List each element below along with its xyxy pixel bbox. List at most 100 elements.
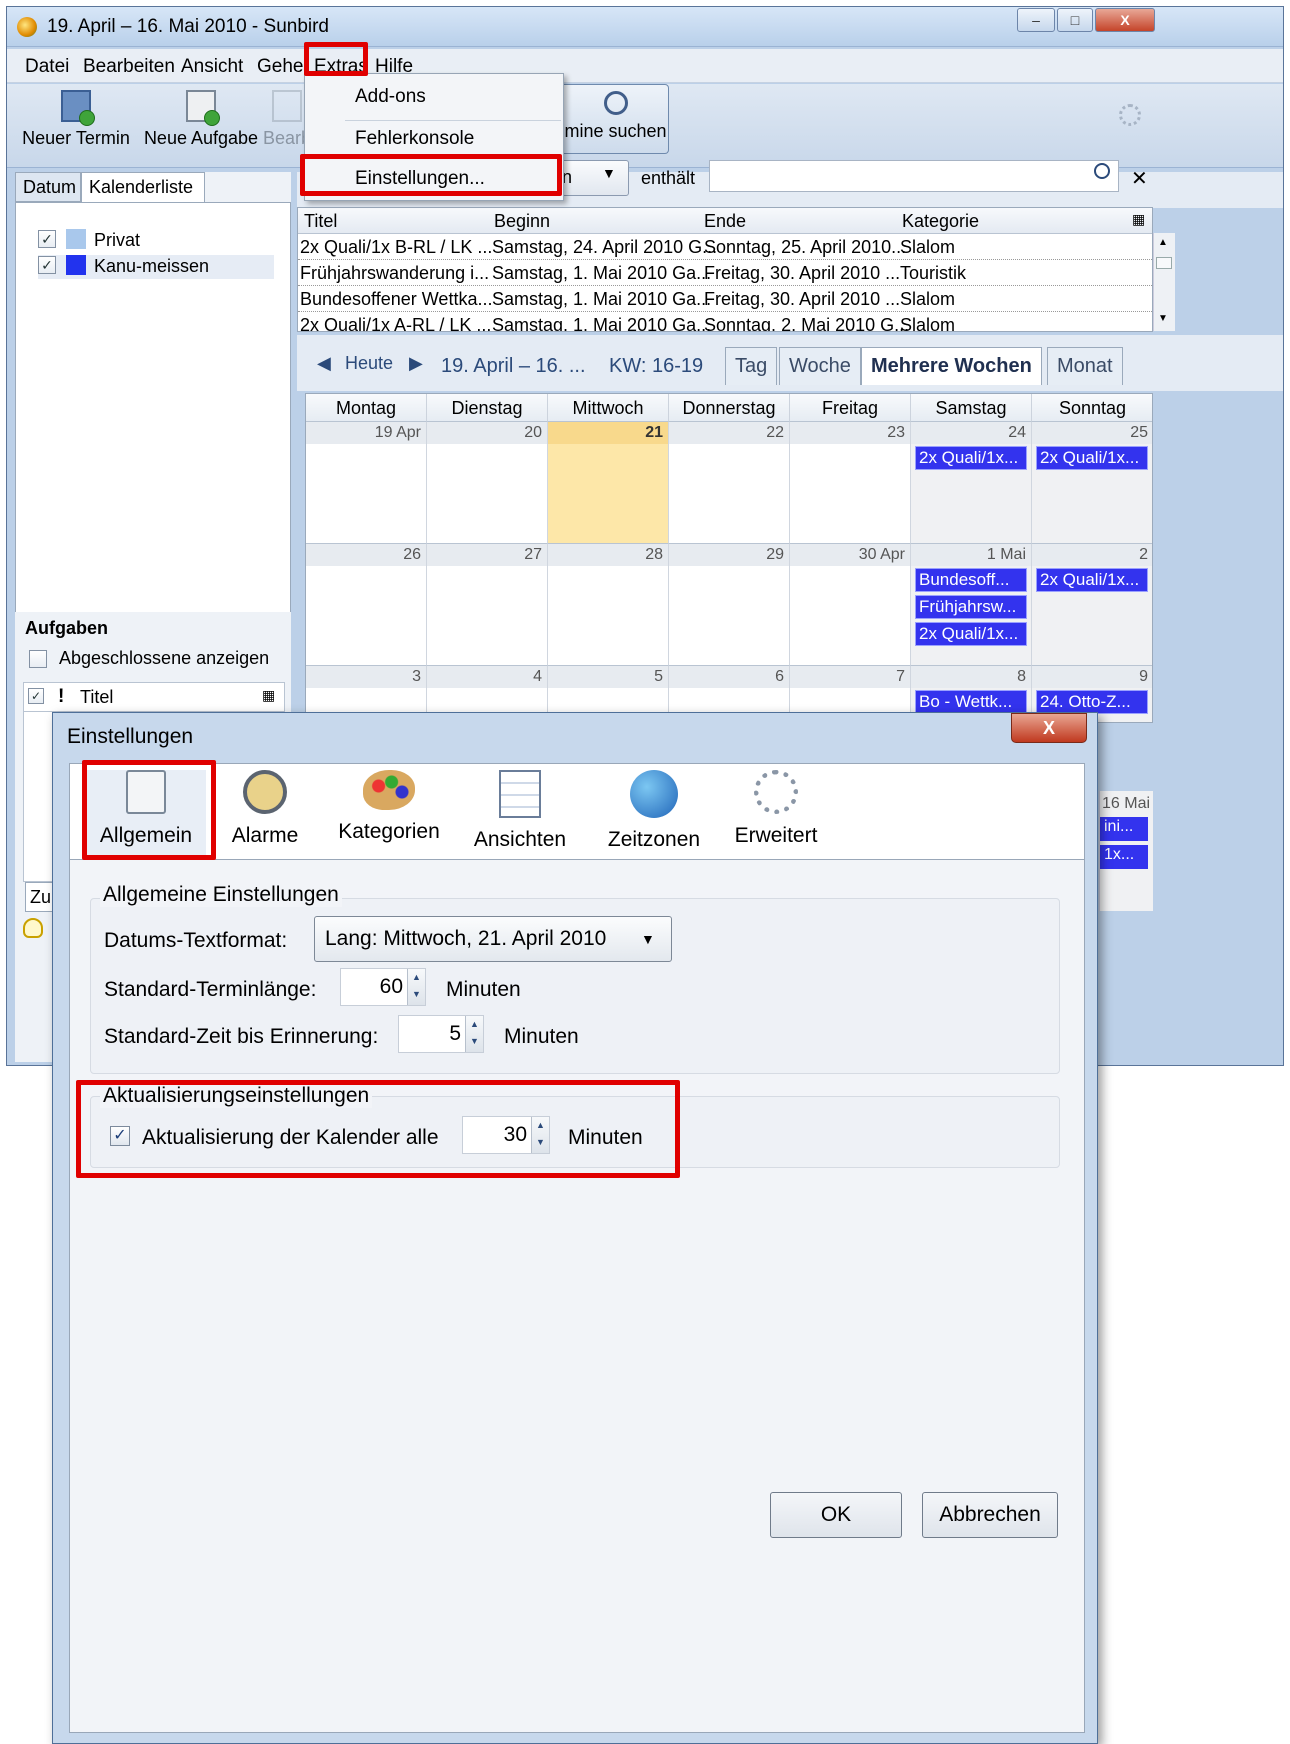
menu-item-einstellungen[interactable]: Einstellungen...	[355, 168, 485, 190]
day-number: 6	[775, 668, 784, 685]
dialog-close-button[interactable]: X	[1011, 713, 1087, 743]
maximize-button[interactable]: □	[1057, 8, 1093, 32]
scroll-down-icon[interactable]: ▼	[1158, 313, 1168, 324]
tab-kalenderliste[interactable]: Kalenderliste	[81, 172, 205, 202]
day-cell[interactable]: 22	[669, 422, 790, 544]
calendar-item-privat[interactable]: ✓ Privat	[38, 229, 274, 253]
column-begin[interactable]: Beginn	[494, 211, 550, 232]
auto-update-checkbox[interactable]: ✓	[110, 1126, 130, 1146]
day-cell[interactable]: 30 Apr	[790, 544, 911, 666]
ok-button[interactable]: OK	[770, 1492, 902, 1538]
pane-erweitert[interactable]: Erweitert	[726, 770, 826, 848]
new-event-button[interactable]: Neuer Termin	[21, 90, 131, 149]
calendar-event[interactable]: ini...	[1100, 817, 1148, 841]
menu-item-fehlerkonsole[interactable]: Fehlerkonsole	[355, 128, 474, 150]
show-completed-checkbox[interactable]	[29, 650, 47, 668]
calendar-checkbox[interactable]: ✓	[38, 230, 56, 248]
event-row[interactable]: Bundesoffener Wettka... Samstag, 1. Mai …	[298, 286, 1152, 312]
pane-ansichten[interactable]: Ansichten	[460, 770, 580, 852]
column-title[interactable]: Titel	[304, 211, 337, 232]
day-cell[interactable]: 23	[790, 422, 911, 544]
menu-gehe[interactable]: Gehe	[257, 56, 303, 78]
day-cell-today[interactable]: 21	[548, 422, 669, 544]
filter-select[interactable]: n ▼	[553, 160, 629, 196]
event-row[interactable]: Frühjahrswanderung i... Samstag, 1. Mai …	[298, 260, 1152, 286]
menu-bearbeiten[interactable]: Bearbeiten	[83, 56, 175, 78]
day-cell[interactable]: 19 Apr	[306, 422, 427, 544]
today-link[interactable]: Heute	[345, 353, 393, 374]
tab-datum[interactable]: Datum	[15, 172, 81, 202]
pane-kategorien[interactable]: Kategorien	[324, 770, 454, 844]
day-number: 5	[654, 668, 663, 685]
event-row[interactable]: 2x Quali/1x A-RL / LK ... Samstag, 1. Ma…	[298, 312, 1152, 331]
lightbulb-icon	[23, 918, 43, 938]
tab-mehrere-wochen[interactable]: Mehrere Wochen	[861, 347, 1042, 385]
calendar-name: Privat	[94, 230, 141, 250]
task-done-column[interactable]: ✓	[28, 688, 44, 704]
calendar-event[interactable]: 2x Quali/1x...	[915, 446, 1027, 470]
new-task-button[interactable]: Neue Aufgabe	[141, 90, 261, 149]
tab-woche[interactable]: Woche	[779, 347, 861, 385]
calendar-checkbox[interactable]: ✓	[38, 256, 56, 274]
menu-datei[interactable]: Datei	[25, 56, 69, 78]
reminder-spinner[interactable]: 5 ▲ ▼	[398, 1015, 484, 1053]
find-events-button[interactable]: mine suchen	[563, 84, 669, 154]
cancel-button[interactable]: Abbrechen	[922, 1492, 1058, 1538]
task-priority-column[interactable]: !	[58, 686, 64, 708]
column-category[interactable]: Kategorie	[902, 211, 979, 232]
next-arrow-icon[interactable]: ▶	[409, 353, 423, 374]
day-number: 24	[1008, 424, 1026, 441]
pane-label: Alarme	[231, 824, 299, 847]
calendar-event[interactable]: Bundesoff...	[915, 568, 1027, 592]
search-input[interactable]	[709, 160, 1119, 192]
previous-arrow-icon[interactable]: ◀	[317, 353, 331, 374]
spinner-arrows-icon[interactable]: ▲ ▼	[407, 969, 425, 1005]
date-format-select[interactable]: Lang: Mittwoch, 21. April 2010 ▼	[314, 916, 672, 962]
day-cell[interactable]: 24 2x Quali/1x...	[911, 422, 1032, 544]
menu-item-addons[interactable]: Add-ons	[355, 86, 426, 108]
scroll-thumb[interactable]	[1156, 257, 1172, 269]
day-cell[interactable]: 25 2x Quali/1x...	[1032, 422, 1152, 544]
spinner-arrows-icon[interactable]: ▲ ▼	[531, 1117, 549, 1153]
find-events-label: mine suchen	[564, 121, 667, 141]
day-cell[interactable]: 1 Mai Bundesoff... Frühjahrsw... 2x Qual…	[911, 544, 1032, 666]
settings-dialog: Einstellungen X Allgemein Alarme Kategor…	[52, 712, 1098, 1744]
window-close-button[interactable]: X	[1095, 8, 1155, 32]
minimize-button[interactable]: –	[1017, 8, 1055, 32]
day-cell[interactable]: 27	[427, 544, 548, 666]
calendar-event[interactable]: 2x Quali/1x...	[915, 622, 1027, 646]
pane-allgemein[interactable]: Allgemein	[86, 770, 206, 858]
event-length-spinner[interactable]: 60 ▲ ▼	[340, 968, 426, 1006]
column-picker-icon[interactable]: ▦	[262, 687, 275, 704]
column-picker-icon[interactable]: ▦	[1132, 211, 1145, 228]
menu-ansicht[interactable]: Ansicht	[181, 56, 243, 78]
task-title-column[interactable]: Titel	[80, 687, 113, 708]
calendar-event[interactable]: 2x Quali/1x...	[1036, 446, 1148, 470]
menu-separator	[345, 120, 561, 121]
day-number: 23	[887, 424, 905, 441]
day-cell[interactable]: 20	[427, 422, 548, 544]
close-search-icon[interactable]: ✕	[1131, 166, 1148, 191]
event-list-scrollbar[interactable]: ▲ ▼	[1153, 233, 1175, 331]
calendar-event[interactable]: Frühjahrsw...	[915, 595, 1027, 619]
day-number: 2	[1139, 546, 1148, 563]
day-cell[interactable]: 26	[306, 544, 427, 666]
calendar-event[interactable]: 2x Quali/1x...	[1036, 568, 1148, 592]
calendar-event[interactable]: Bo - Wettk...	[915, 690, 1027, 714]
pane-alarme[interactable]: Alarme	[220, 770, 310, 848]
day-cell[interactable]: 2 2x Quali/1x...	[1032, 544, 1152, 666]
calendar-event[interactable]: 24. Otto-Z...	[1036, 690, 1148, 714]
tab-monat[interactable]: Monat	[1047, 347, 1123, 385]
pane-zeitzonen[interactable]: Zeitzonen	[594, 770, 714, 852]
spinner-arrows-icon[interactable]: ▲ ▼	[465, 1016, 483, 1052]
calendar-item-kanu-meissen[interactable]: ✓ Kanu-meissen	[38, 255, 274, 279]
update-interval-spinner[interactable]: 30 ▲ ▼	[462, 1116, 550, 1154]
calendar-event[interactable]: 1x...	[1100, 845, 1148, 869]
auto-update-label: Aktualisierung der Kalender alle	[142, 1126, 439, 1149]
column-end[interactable]: Ende	[704, 211, 746, 232]
scroll-up-icon[interactable]: ▲	[1158, 237, 1168, 248]
day-cell[interactable]: 29	[669, 544, 790, 666]
tab-tag[interactable]: Tag	[725, 347, 778, 385]
event-row[interactable]: 2x Quali/1x B-RL / LK ... Samstag, 24. A…	[298, 234, 1152, 260]
day-cell[interactable]: 28	[548, 544, 669, 666]
